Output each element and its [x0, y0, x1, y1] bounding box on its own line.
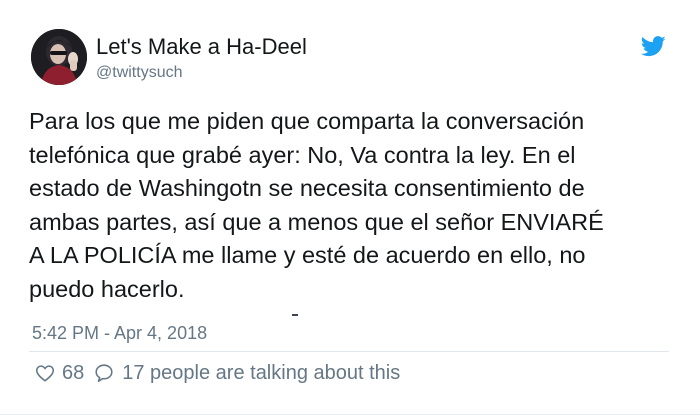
- author-display-name[interactable]: Let's Make a Ha-Deel: [96, 33, 307, 61]
- divider: [29, 351, 669, 352]
- avatar[interactable]: [31, 29, 87, 85]
- tweet-actions: 68 17 people are talking about this: [34, 360, 400, 386]
- tweet-card: Let's Make a Ha-Deel @twittysuch Para lo…: [0, 0, 700, 415]
- author-handle[interactable]: @twittysuch: [96, 63, 182, 83]
- heart-icon: [34, 362, 56, 384]
- tweet-timestamp[interactable]: 5:42 PM - Apr 4, 2018: [32, 322, 207, 344]
- tweet-text: Para los que me piden que comparta la co…: [29, 108, 604, 302]
- talking-about-link[interactable]: 17 people are talking about this: [93, 362, 400, 385]
- profile-photo: [31, 29, 87, 85]
- like-button[interactable]: 68: [34, 362, 93, 385]
- talking-about-text: 17 people are talking about this: [122, 361, 401, 384]
- text-cursor-mark: [292, 314, 298, 316]
- speech-bubble-icon: [93, 362, 115, 384]
- like-count: 68: [62, 361, 85, 384]
- twitter-bird-icon[interactable]: [641, 36, 666, 57]
